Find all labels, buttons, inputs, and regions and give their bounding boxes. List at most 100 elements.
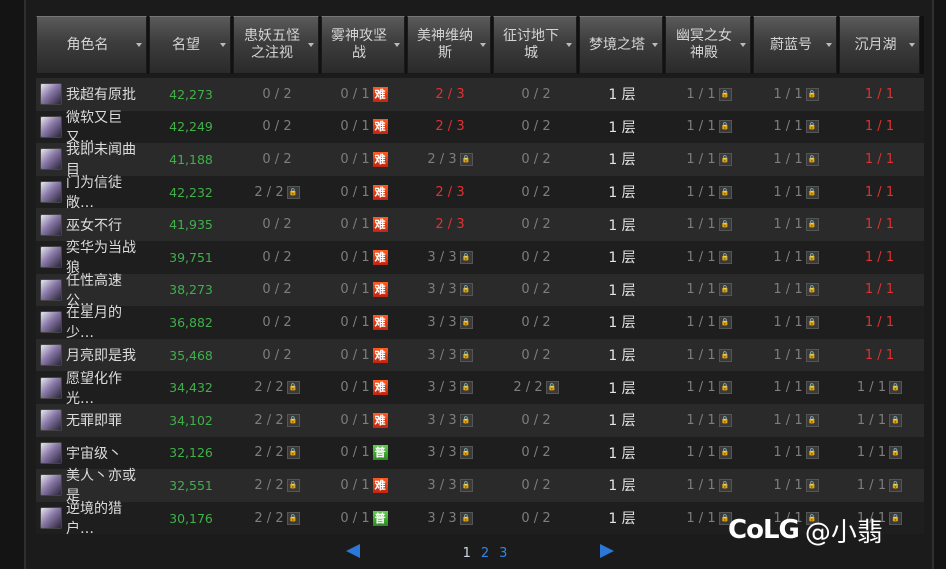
fame-value: 42,249: [169, 119, 213, 135]
column-header-7[interactable]: 幽冥之女神殿: [665, 16, 751, 74]
table-row[interactable]: 在星月的少… 36,882 0 / 20 / 1难3 / 3 🔒 0 / 21 层1 /…: [36, 305, 924, 341]
table-row[interactable]: 美人丶亦或是 32,551 2 / 2 🔒 0 / 1难3 / 3 🔒 0 / 21 层1 …: [36, 468, 924, 504]
character-name[interactable]: 在星月的少…: [66, 302, 149, 342]
column-header-6[interactable]: 梦境之塔: [579, 16, 663, 74]
cell-col-8: 1 / 1 🔒: [753, 339, 839, 372]
table-row[interactable]: 无罪即罪 34,102 2 / 2 🔒 0 / 1难3 / 3 🔒 0 / 21 层1 / …: [36, 403, 924, 437]
character-name[interactable]: 月亮即是我: [66, 345, 136, 365]
progress-value: 2 / 3: [435, 184, 465, 200]
column-header-2[interactable]: 患妖五怪之注视: [233, 16, 319, 74]
cell-col-5: 0 / 2: [493, 274, 579, 307]
normal-mode-badge: 普: [372, 445, 388, 461]
character-name[interactable]: 逆境的猎户…: [66, 498, 149, 538]
progress-value: 1 / 1: [686, 282, 716, 298]
table-row[interactable]: 微软又巨又… 42,249 0 / 2 0 / 1难 2 / 3 0 / 2 1 层 1 / …: [36, 110, 924, 146]
column-header-0[interactable]: 角色名: [36, 16, 147, 74]
progress-value: 1 / 1: [856, 380, 887, 396]
progress-value: 0 / 2: [521, 347, 551, 363]
cell-col-7: 1 / 1 🔒: [665, 339, 753, 372]
page-link-2[interactable]: 2: [481, 546, 489, 561]
character-name[interactable]: 巫女不行: [66, 215, 122, 235]
cell-col-1: 42,273: [149, 78, 233, 111]
column-header-4[interactable]: 美神维纳斯: [407, 16, 491, 74]
character-name[interactable]: 我超有原批: [66, 84, 136, 104]
progress-value: 0 / 2: [262, 86, 292, 102]
cell-col-5: 0 / 2: [493, 241, 579, 274]
column-header-label: 幽冥之女神殿: [676, 28, 732, 61]
column-header-9[interactable]: 沉月湖: [839, 16, 920, 74]
lock-icon: 🔒: [459, 250, 473, 264]
progress-value: 3 / 3: [427, 412, 457, 428]
cell-col-6: 1 层: [579, 502, 665, 535]
cell-col-9: 1 / 1: [839, 339, 920, 372]
cell-col-9: 1 / 1: [839, 78, 920, 111]
cell-col-2: 0 / 2: [233, 143, 321, 176]
progress-value: 1 / 1: [773, 347, 803, 363]
cell-col-0: 门为信徒敞…: [36, 175, 149, 211]
progress-value: 0 / 2: [521, 445, 551, 461]
cell-col-3: 0 / 1难: [321, 404, 407, 437]
tower-floor: 1 层: [608, 478, 636, 495]
cell-col-3: 0 / 1难: [321, 241, 407, 274]
table-row[interactable]: 宇宙级丶 32,126 2 / 2 🔒 0 / 1普3 / 3 🔒 0 / 21 层1 / …: [36, 436, 924, 470]
progress-value: 1 / 1: [686, 184, 716, 200]
cell-col-4: 3 / 3 🔒: [407, 371, 493, 404]
hard-mode-badge: 难: [372, 380, 388, 396]
column-header-8[interactable]: 蔚蓝号: [753, 16, 837, 74]
column-header-label: 沉月湖: [854, 36, 897, 53]
tower-floor: 1 层: [608, 315, 636, 332]
table-row[interactable]: 我超有原批 42,273 0 / 2 0 / 1难 2 / 3 0 / 2 1 层 1 / 1…: [36, 78, 924, 111]
hard-mode-badge: 难: [372, 217, 388, 233]
lock-icon: 🔒: [805, 413, 819, 427]
progress-value: 1 / 1: [773, 184, 803, 200]
page-link-1[interactable]: 1: [463, 546, 471, 561]
next-page-arrow-icon[interactable]: [600, 544, 615, 558]
table-row[interactable]: 奕华为当战狼 39,751 0 / 20 / 1难3 / 3 🔒 0 / 21 层1 /…: [36, 240, 924, 276]
column-header-5[interactable]: 征讨地下城: [493, 16, 577, 74]
table-row[interactable]: 任性高速公… 38,273 0 / 20 / 1难3 / 3 🔒 0 / 21 层1 /…: [36, 273, 924, 309]
character-avatar: [40, 278, 62, 301]
character-name[interactable]: 无罪即罪: [66, 410, 122, 430]
column-header-3[interactable]: 雾神攻坚战: [321, 16, 405, 74]
progress-value: 0 / 2: [262, 249, 292, 265]
page-link-3[interactable]: 3: [499, 546, 507, 561]
cell-col-6: 1 层: [579, 306, 665, 339]
lock-icon: 🔒: [805, 152, 819, 166]
cell-col-8: 1 / 1 🔒: [753, 208, 839, 241]
character-avatar: [40, 115, 62, 138]
cell-col-1: 34,102: [149, 404, 233, 437]
progress-value: 2 / 2: [254, 510, 284, 526]
lock-icon: 🔒: [459, 381, 473, 395]
prev-page-arrow-icon[interactable]: [345, 544, 360, 558]
column-header-label: 蔚蓝号: [770, 36, 812, 53]
cell-col-0: 逆境的猎户…: [36, 501, 149, 537]
cell-col-1: 42,249: [149, 111, 233, 144]
column-header-1[interactable]: 名望: [149, 16, 231, 74]
table-row[interactable]: 门为信徒敞… 42,232 2 / 2 🔒 0 / 1难2 / 30 / 21 层1 /…: [36, 175, 924, 211]
cell-col-5: 0 / 2: [493, 111, 579, 144]
cell-col-2: 2 / 2 🔒: [233, 176, 321, 209]
progress-value: 2 / 2: [254, 445, 284, 461]
progress-value: 1 / 1: [773, 380, 803, 396]
progress-value: 0 / 2: [262, 119, 292, 135]
table-row[interactable]: 巫女不行 41,935 0 / 20 / 1难2 / 30 / 21 层1 / 1 🔒…: [36, 208, 924, 241]
progress-value: 1 / 1: [773, 282, 803, 298]
table-row[interactable]: 愿望化作光… 34,432 2 / 2 🔒 0 / 1难3 / 3 🔒 2 / 2 🔒 1 层1…: [36, 371, 924, 407]
character-name[interactable]: 愿望化作光…: [66, 368, 149, 408]
fame-value: 42,232: [169, 184, 213, 200]
character-name[interactable]: 门为信徒敞…: [66, 172, 149, 212]
lock-icon: 🔒: [805, 348, 819, 362]
character-name[interactable]: 宇宙级丶: [66, 443, 122, 463]
progress-value: 1 / 1: [864, 282, 895, 298]
progress-value: 1 / 1: [686, 477, 716, 493]
table-row[interactable]: 我即未闻曲目 41,188 0 / 20 / 1难2 / 3 🔒 0 / 21 层1 /…: [36, 142, 924, 178]
progress-value: 3 / 3: [427, 314, 457, 330]
cell-col-6: 1 层: [579, 78, 665, 111]
tower-floor: 1 层: [608, 445, 636, 462]
cell-col-2: 0 / 2: [233, 274, 321, 307]
normal-mode-badge: 普: [372, 510, 388, 526]
lock-icon: 🔒: [459, 315, 473, 329]
progress-value: 0 / 2: [262, 347, 292, 363]
table-row[interactable]: 月亮即是我 35,468 0 / 20 / 1难3 / 3 🔒 0 / 21 层1 / …: [36, 338, 924, 372]
progress-value: 0 / 2: [521, 282, 551, 298]
